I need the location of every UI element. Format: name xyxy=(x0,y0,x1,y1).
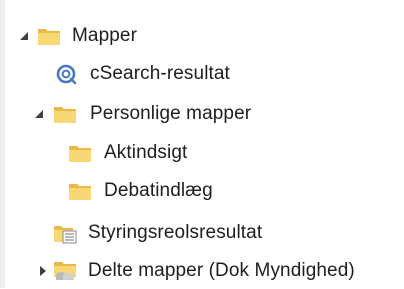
tree-item-mapper[interactable]: Mapper xyxy=(0,18,404,54)
tree-item-styringsreolsresultat[interactable]: Styringsreolsresultat xyxy=(0,215,404,251)
shelf-result-icon xyxy=(54,226,77,244)
tree-item-label: Debatindlæg xyxy=(104,180,213,201)
tree-item-aktindsigt[interactable]: Aktindsigt xyxy=(0,135,404,171)
tree-item-label: Aktindsigt xyxy=(104,142,188,163)
folder-tree: Mapper cSearch-resultat Personlige mappe… xyxy=(0,0,404,288)
tree-item-csearch-resultat[interactable]: cSearch-resultat xyxy=(0,56,404,92)
folder-icon xyxy=(38,29,60,45)
folder-icon xyxy=(69,146,91,162)
tree-item-label: cSearch-resultat xyxy=(90,63,230,84)
tree-item-label: Delte mapper (Dok Myndighed) xyxy=(88,260,355,281)
folder-icon xyxy=(54,107,76,123)
tree-item-label: Styringsreolsresultat xyxy=(88,222,263,243)
tree-item-personlige-mapper[interactable]: Personlige mapper xyxy=(0,96,404,132)
folder-icon xyxy=(69,184,91,200)
tree-item-label: Personlige mapper xyxy=(90,103,252,124)
caret-expanded-icon[interactable] xyxy=(33,108,45,120)
caret-collapsed-icon[interactable] xyxy=(37,265,49,277)
tree-item-label: Mapper xyxy=(72,25,138,46)
tree-item-debatindlaeg[interactable]: Debatindlæg xyxy=(0,173,404,209)
caret-expanded-icon[interactable] xyxy=(18,30,30,42)
search-result-icon xyxy=(56,64,77,85)
shared-folder-icon xyxy=(54,262,76,280)
tree-item-delte-mapper[interactable]: Delte mapper (Dok Myndighed) xyxy=(0,253,404,289)
